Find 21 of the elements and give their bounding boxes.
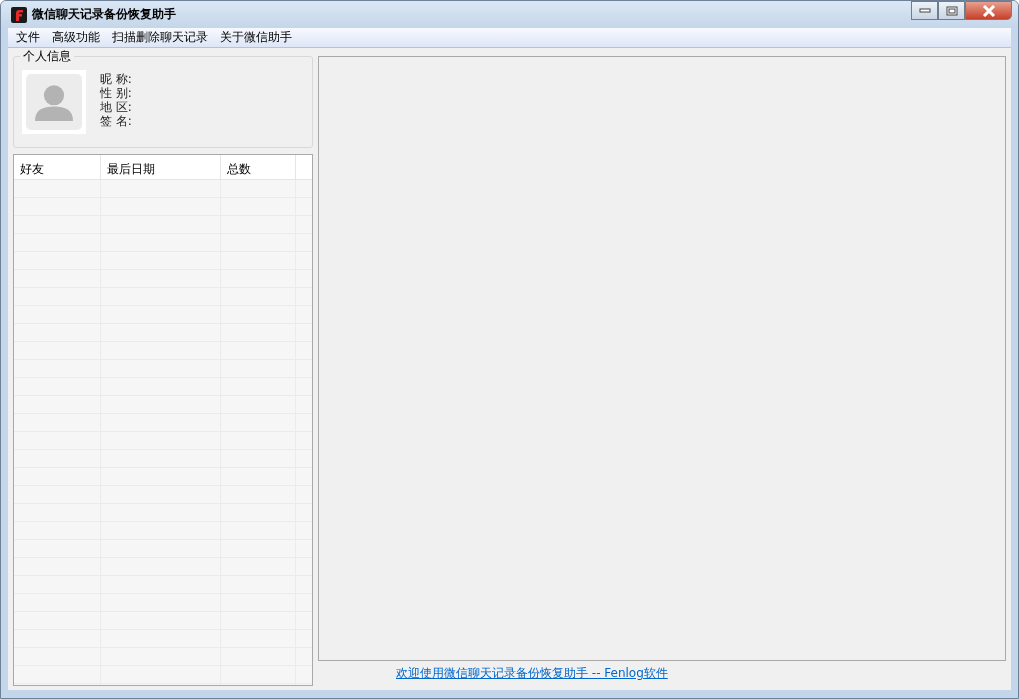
profile-field-label: 签 名: <box>100 114 132 128</box>
maximize-icon <box>945 5 958 16</box>
menu-item[interactable]: 扫描删除聊天记录 <box>106 29 214 46</box>
column-header[interactable]: 最后日期 <box>101 155 221 179</box>
minimize-button[interactable] <box>911 1 938 20</box>
welcome-link[interactable]: 欢迎使用微信聊天记录备份恢复助手 -- Fenlog软件 <box>396 665 668 682</box>
profile-field-label: 昵 称: <box>100 72 132 86</box>
window-title: 微信聊天记录备份恢复助手 <box>32 6 176 23</box>
menu-item[interactable]: 文件 <box>10 29 46 46</box>
column-header[interactable]: 总数 <box>221 155 296 179</box>
menu-item[interactable]: 高级功能 <box>46 29 106 46</box>
profile-field-label: 性 别: <box>100 86 132 100</box>
minimize-icon <box>918 7 931 14</box>
close-icon <box>981 4 996 17</box>
menu-item[interactable]: 关于微信助手 <box>214 29 298 46</box>
group-title: 个人信息 <box>20 49 74 63</box>
maximize-button[interactable] <box>938 1 965 20</box>
app-logo-icon <box>11 6 27 23</box>
profile-field-label: 地 区: <box>100 100 132 114</box>
column-header[interactable]: 好友 <box>14 155 101 179</box>
close-button[interactable] <box>965 1 1012 20</box>
